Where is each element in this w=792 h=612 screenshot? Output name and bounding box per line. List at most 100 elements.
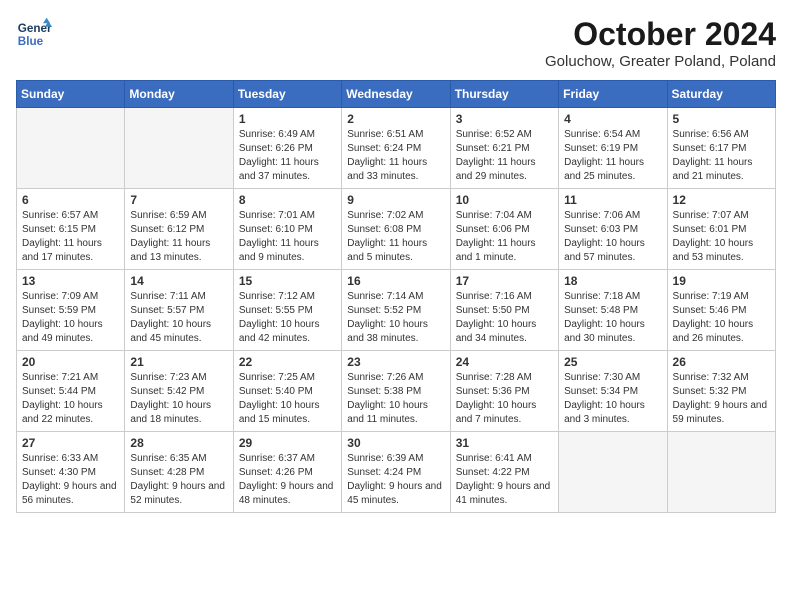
day-number: 8	[239, 193, 336, 207]
calendar-cell: 7Sunrise: 6:59 AM Sunset: 6:12 PM Daylig…	[125, 189, 233, 270]
day-number: 22	[239, 355, 336, 369]
calendar-cell: 18 Sunrise: 7:18 AM Sunset: 5:48 PM Dayli…	[559, 270, 667, 351]
weekday-header: Thursday	[450, 81, 558, 108]
day-number: 18	[564, 274, 661, 288]
day-info: Sunrise: 6:59 AM Sunset: 6:12 PM Dayligh…	[130, 210, 210, 263]
day-number: 11	[564, 193, 661, 207]
month-title: October 2024	[545, 16, 776, 53]
day-info: Sunrise: 7:02 AM Sunset: 6:08 PM Dayligh…	[347, 210, 427, 263]
day-info: Sunrise: 7:19 AM Sunset: 5:46 PM Dayligh…	[673, 291, 754, 344]
calendar-cell: 28 Sunrise: 6:35 AM Sunset: 4:28 PM Dayli…	[125, 432, 233, 513]
weekday-header: Sunday	[17, 81, 125, 108]
logo-icon: General Blue	[16, 16, 52, 52]
day-number: 28	[130, 436, 227, 450]
day-number: 12	[673, 193, 770, 207]
title-block: October 2024 Goluchow, Greater Poland, P…	[545, 16, 776, 70]
day-number: 13	[22, 274, 119, 288]
day-number: 26	[673, 355, 770, 369]
day-info: Sunrise: 7:32 AM Sunset: 5:32 PM Dayligh…	[673, 372, 768, 425]
weekday-header: Friday	[559, 81, 667, 108]
calendar-cell: 24 Sunrise: 7:28 AM Sunset: 5:36 PM Dayli…	[450, 351, 558, 432]
calendar-cell: 11 Sunrise: 7:06 AM Sunset: 6:03 PM Dayli…	[559, 189, 667, 270]
day-info: Sunrise: 7:18 AM Sunset: 5:48 PM Dayligh…	[564, 291, 645, 344]
day-number: 16	[347, 274, 444, 288]
day-number: 4	[564, 112, 661, 126]
day-number: 24	[456, 355, 553, 369]
day-info: Sunrise: 7:30 AM Sunset: 5:34 PM Dayligh…	[564, 372, 645, 425]
day-info: Sunrise: 7:25 AM Sunset: 5:40 PM Dayligh…	[239, 372, 320, 425]
svg-text:Blue: Blue	[18, 35, 44, 48]
calendar-cell: 2 Sunrise: 6:51 AM Sunset: 6:24 PM Daylig…	[342, 108, 450, 189]
day-number: 23	[347, 355, 444, 369]
day-info: Sunrise: 7:14 AM Sunset: 5:52 PM Dayligh…	[347, 291, 428, 344]
calendar-cell: 10 Sunrise: 7:04 AM Sunset: 6:06 PM Dayli…	[450, 189, 558, 270]
calendar-cell: 6 Sunrise: 6:57 AM Sunset: 6:15 PM Daylig…	[17, 189, 125, 270]
calendar-cell: 19 Sunrise: 7:19 AM Sunset: 5:46 PM Dayli…	[667, 270, 775, 351]
calendar-cell: 12 Sunrise: 7:07 AM Sunset: 6:01 PM Dayli…	[667, 189, 775, 270]
calendar-cell: 22 Sunrise: 7:25 AM Sunset: 5:40 PM Dayli…	[233, 351, 341, 432]
calendar-week-row: 6 Sunrise: 6:57 AM Sunset: 6:15 PM Daylig…	[17, 189, 776, 270]
day-info: Sunrise: 6:54 AM Sunset: 6:19 PM Dayligh…	[564, 129, 644, 182]
calendar-cell: 23 Sunrise: 7:26 AM Sunset: 5:38 PM Dayli…	[342, 351, 450, 432]
day-info: Sunrise: 7:26 AM Sunset: 5:38 PM Dayligh…	[347, 372, 428, 425]
location-subtitle: Goluchow, Greater Poland, Poland	[545, 53, 776, 70]
calendar-cell: 9Sunrise: 7:02 AM Sunset: 6:08 PM Daylig…	[342, 189, 450, 270]
day-number: 25	[564, 355, 661, 369]
calendar-cell: 4 Sunrise: 6:54 AM Sunset: 6:19 PM Daylig…	[559, 108, 667, 189]
day-info: Sunrise: 7:07 AM Sunset: 6:01 PM Dayligh…	[673, 210, 754, 263]
calendar-cell	[667, 432, 775, 513]
calendar-table: SundayMondayTuesdayWednesdayThursdayFrid…	[16, 80, 776, 513]
weekday-header: Wednesday	[342, 81, 450, 108]
weekday-header: Tuesday	[233, 81, 341, 108]
day-number: 31	[456, 436, 553, 450]
day-number: 1	[239, 112, 336, 126]
day-info: Sunrise: 6:56 AM Sunset: 6:17 PM Dayligh…	[673, 129, 753, 182]
weekday-header-row: SundayMondayTuesdayWednesdayThursdayFrid…	[17, 81, 776, 108]
calendar-cell: 8Sunrise: 7:01 AM Sunset: 6:10 PM Daylig…	[233, 189, 341, 270]
day-info: Sunrise: 7:09 AM Sunset: 5:59 PM Dayligh…	[22, 291, 103, 344]
weekday-header: Monday	[125, 81, 233, 108]
calendar-cell: 31 Sunrise: 6:41 AM Sunset: 4:22 PM Dayli…	[450, 432, 558, 513]
day-info: Sunrise: 7:06 AM Sunset: 6:03 PM Dayligh…	[564, 210, 645, 263]
calendar-cell: 30Sunrise: 6:39 AM Sunset: 4:24 PM Dayli…	[342, 432, 450, 513]
calendar-cell: 15Sunrise: 7:12 AM Sunset: 5:55 PM Dayli…	[233, 270, 341, 351]
day-info: Sunrise: 7:28 AM Sunset: 5:36 PM Dayligh…	[456, 372, 537, 425]
day-info: Sunrise: 7:23 AM Sunset: 5:42 PM Dayligh…	[130, 372, 211, 425]
calendar-cell: 17 Sunrise: 7:16 AM Sunset: 5:50 PM Dayli…	[450, 270, 558, 351]
calendar-cell	[125, 108, 233, 189]
day-info: Sunrise: 6:35 AM Sunset: 4:28 PM Dayligh…	[130, 453, 225, 506]
day-info: Sunrise: 7:21 AM Sunset: 5:44 PM Dayligh…	[22, 372, 103, 425]
day-info: Sunrise: 7:16 AM Sunset: 5:50 PM Dayligh…	[456, 291, 537, 344]
calendar-cell: 13 Sunrise: 7:09 AM Sunset: 5:59 PM Dayli…	[17, 270, 125, 351]
day-info: Sunrise: 7:11 AM Sunset: 5:57 PM Dayligh…	[130, 291, 211, 344]
weekday-header: Saturday	[667, 81, 775, 108]
day-number: 29	[239, 436, 336, 450]
day-info: Sunrise: 7:04 AM Sunset: 6:06 PM Dayligh…	[456, 210, 536, 263]
calendar-week-row: 20 Sunrise: 7:21 AM Sunset: 5:44 PM Dayli…	[17, 351, 776, 432]
day-number: 17	[456, 274, 553, 288]
day-number: 19	[673, 274, 770, 288]
calendar-cell: 26 Sunrise: 7:32 AM Sunset: 5:32 PM Dayli…	[667, 351, 775, 432]
calendar-cell: 27Sunrise: 6:33 AM Sunset: 4:30 PM Dayli…	[17, 432, 125, 513]
day-number: 15	[239, 274, 336, 288]
calendar-cell: 25 Sunrise: 7:30 AM Sunset: 5:34 PM Dayli…	[559, 351, 667, 432]
day-number: 2	[347, 112, 444, 126]
calendar-cell: 14Sunrise: 7:11 AM Sunset: 5:57 PM Dayli…	[125, 270, 233, 351]
day-info: Sunrise: 6:33 AM Sunset: 4:30 PM Dayligh…	[22, 453, 117, 506]
calendar-week-row: 27Sunrise: 6:33 AM Sunset: 4:30 PM Dayli…	[17, 432, 776, 513]
day-number: 20	[22, 355, 119, 369]
day-number: 10	[456, 193, 553, 207]
calendar-cell	[559, 432, 667, 513]
day-info: Sunrise: 6:51 AM Sunset: 6:24 PM Dayligh…	[347, 129, 427, 182]
day-info: Sunrise: 6:41 AM Sunset: 4:22 PM Dayligh…	[456, 453, 551, 506]
day-info: Sunrise: 6:57 AM Sunset: 6:15 PM Dayligh…	[22, 210, 102, 263]
day-number: 6	[22, 193, 119, 207]
calendar-cell: 20 Sunrise: 7:21 AM Sunset: 5:44 PM Dayli…	[17, 351, 125, 432]
calendar-cell	[17, 108, 125, 189]
calendar-week-row: 13 Sunrise: 7:09 AM Sunset: 5:59 PM Dayli…	[17, 270, 776, 351]
calendar-cell: 3Sunrise: 6:52 AM Sunset: 6:21 PM Daylig…	[450, 108, 558, 189]
day-number: 5	[673, 112, 770, 126]
day-info: Sunrise: 6:49 AM Sunset: 6:26 PM Dayligh…	[239, 129, 319, 182]
day-number: 30	[347, 436, 444, 450]
day-info: Sunrise: 6:37 AM Sunset: 4:26 PM Dayligh…	[239, 453, 334, 506]
